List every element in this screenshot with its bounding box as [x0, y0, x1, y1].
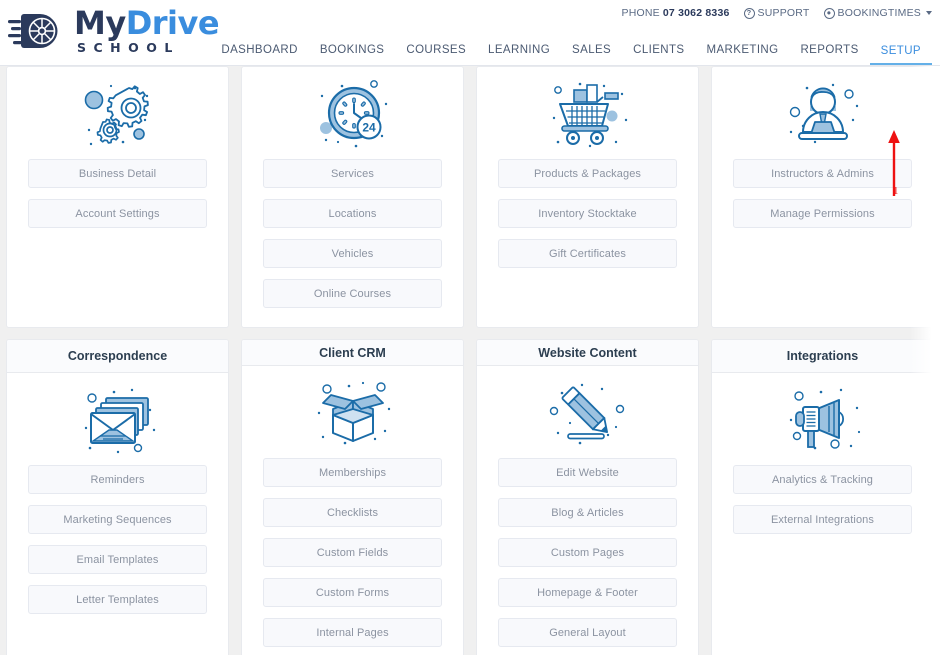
button-edit-website[interactable]: Edit Website: [498, 458, 677, 487]
nav-item-bookings[interactable]: BOOKINGS: [309, 38, 396, 65]
nav-item-dashboard[interactable]: DASHBOARD: [210, 38, 308, 65]
open-box-icon: [263, 376, 442, 454]
button-locations[interactable]: Locations: [263, 199, 442, 228]
button-analytics-tracking[interactable]: Analytics & Tracking: [733, 465, 912, 494]
card-title: Client CRM: [242, 340, 463, 366]
button-online-courses[interactable]: Online Courses: [263, 279, 442, 308]
envelopes-mail-icon: [28, 383, 207, 461]
button-custom-fields[interactable]: Custom Fields: [263, 538, 442, 567]
gears-settings-icon: [28, 77, 207, 155]
logo-text: MyDrive SCHOOL: [74, 4, 220, 56]
card-body: Memberships Checklists Custom Fields Custom…: [242, 366, 463, 655]
chevron-down-icon: [926, 11, 932, 15]
card-correspondence: Correspondence Reminders Marketing Sequen…: [6, 339, 229, 655]
card-client-crm: Client CRM Memberships Checklists Custom F…: [241, 339, 464, 655]
shopping-cart-icon: [498, 77, 677, 155]
button-reminders[interactable]: Reminders: [28, 465, 207, 494]
nav-item-clients[interactable]: CLIENTS: [622, 38, 695, 65]
card-person-laptop-icon: Instructors & Admins Manage Permissions: [711, 66, 934, 328]
button-blog-articles[interactable]: Blog & Articles: [498, 498, 677, 527]
button-checklists[interactable]: Checklists: [263, 498, 442, 527]
card-body: Instructors & Admins Manage Permissions: [712, 67, 933, 327]
site-header: MyDrive SCHOOL PHONE 07 3062 8336 ? SUPPO…: [0, 0, 940, 66]
nav-item-reports[interactable]: REPORTS: [789, 38, 869, 65]
support-link[interactable]: ? SUPPORT: [743, 7, 810, 19]
card-body: Business Detail Account Settings: [7, 67, 228, 327]
button-internal-pages[interactable]: Internal Pages: [263, 618, 442, 647]
card-shopping-cart-icon: Products & Packages Inventory Stocktake Gi…: [476, 66, 699, 328]
wheel-speed-logo-icon: [8, 14, 58, 48]
button-external-integrations[interactable]: External Integrations: [733, 505, 912, 534]
megaphone-icon: [733, 383, 912, 461]
setup-page: Business Detail Account Settings 24 Servi…: [0, 66, 940, 655]
row-2: Correspondence Reminders Marketing Sequen…: [6, 339, 934, 655]
user-circle-icon: ●: [823, 7, 835, 19]
logo-text-school: SCHOOL: [77, 40, 180, 56]
card-body: Analytics & Tracking External Integration…: [712, 373, 933, 655]
button-letter-templates[interactable]: Letter Templates: [28, 585, 207, 614]
row-1: Business Detail Account Settings 24 Servi…: [6, 66, 934, 328]
card-website-content: Website Content Edit Website Blog & Artic…: [476, 339, 699, 655]
card-title: Correspondence: [7, 340, 228, 373]
nav-item-sales[interactable]: SALES: [561, 38, 622, 65]
card-body: Products & Packages Inventory Stocktake Gi…: [477, 67, 698, 327]
button-marketing-sequences[interactable]: Marketing Sequences: [28, 505, 207, 534]
card-clock-24-hours-icon: 24 Services Locations Vehicles Online Cours…: [241, 66, 464, 328]
button-custom-forms[interactable]: Custom Forms: [263, 578, 442, 607]
account-label: BOOKINGTIMES: [837, 7, 921, 19]
button-gift-certificates[interactable]: Gift Certificates: [498, 239, 677, 268]
button-inventory-stocktake[interactable]: Inventory Stocktake: [498, 199, 677, 228]
button-account-settings[interactable]: Account Settings: [28, 199, 207, 228]
phone-info: PHONE 07 3062 8336: [622, 7, 730, 19]
card-body: Reminders Marketing Sequences Email Templa…: [7, 373, 228, 655]
card-body: Edit Website Blog & Articles Custom Pages H…: [477, 366, 698, 655]
button-instructors-admins[interactable]: Instructors & Admins: [733, 159, 912, 188]
button-memberships[interactable]: Memberships: [263, 458, 442, 487]
cards-grid: Business Detail Account Settings 24 Servi…: [6, 66, 934, 655]
button-services[interactable]: Services: [263, 159, 442, 188]
nav-item-learning[interactable]: LEARNING: [477, 38, 561, 65]
button-vehicles[interactable]: Vehicles: [263, 239, 442, 268]
button-custom-pages[interactable]: Custom Pages: [498, 538, 677, 567]
button-business-detail[interactable]: Business Detail: [28, 159, 207, 188]
card-title: Integrations: [712, 340, 933, 373]
logo[interactable]: MyDrive SCHOOL: [8, 4, 220, 57]
button-general-layout[interactable]: General Layout: [498, 618, 677, 647]
logo-text-my: My: [74, 4, 126, 43]
button-email-templates[interactable]: Email Templates: [28, 545, 207, 574]
card-body: 24 Services Locations Vehicles Online Cours…: [242, 67, 463, 327]
button-homepage-footer[interactable]: Homepage & Footer: [498, 578, 677, 607]
phone-label: PHONE: [621, 7, 660, 19]
clock-24-hours-icon: 24: [263, 77, 442, 155]
support-label: SUPPORT: [757, 7, 810, 19]
pencil-edit-icon: [498, 376, 677, 454]
svg-text:24: 24: [362, 121, 376, 135]
card-title: Website Content: [477, 340, 698, 366]
card-gears-settings-icon: Business Detail Account Settings: [6, 66, 229, 328]
card-integrations: Integrations Analytics & Tracking Externa…: [711, 339, 934, 655]
nav-item-setup[interactable]: SETUP: [869, 39, 932, 65]
top-utility-bar: PHONE 07 3062 8336 ? SUPPORT ● BOOKINGTIM…: [622, 7, 932, 19]
button-products-packages[interactable]: Products & Packages: [498, 159, 677, 188]
person-laptop-icon: [733, 77, 912, 155]
nav-item-marketing[interactable]: MARKETING: [696, 38, 790, 65]
main-navigation: DASHBOARD BOOKINGS COURSES LEARNING SALES CLI…: [210, 38, 932, 65]
nav-item-courses[interactable]: COURSES: [395, 38, 477, 65]
logo-text-drive: Drive: [125, 4, 220, 43]
account-menu[interactable]: ● BOOKINGTIMES: [823, 7, 932, 19]
question-circle-icon: ?: [743, 7, 755, 19]
phone-number: 07 3062 8336: [662, 7, 730, 19]
button-manage-permissions[interactable]: Manage Permissions: [733, 199, 912, 228]
